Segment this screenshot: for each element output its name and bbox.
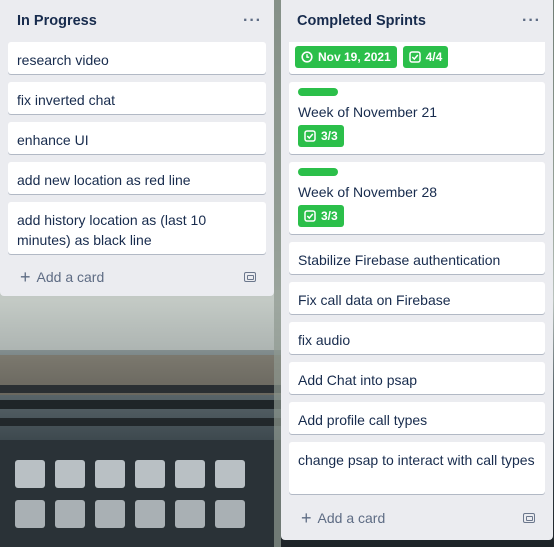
add-card-button[interactable]: + Add a card	[8, 262, 266, 292]
card-template-icon[interactable]	[523, 513, 535, 523]
checkbox-icon	[408, 51, 421, 64]
add-card-label: Add a card	[36, 269, 105, 285]
card[interactable]: add history location as (last 10 minutes…	[8, 202, 266, 254]
card-title: Fix call data on Firebase	[298, 292, 451, 308]
more-horizontal-icon[interactable]: ···	[522, 13, 541, 29]
checklist-count: 3/3	[321, 129, 338, 143]
add-card-button[interactable]: + Add a card	[289, 503, 545, 533]
add-card-label: Add a card	[317, 510, 386, 526]
more-horizontal-icon[interactable]: ···	[243, 13, 262, 29]
card-title: Stabilize Firebase authentication	[298, 252, 501, 268]
card-title: research video	[17, 52, 109, 68]
card-title: fix audio	[298, 332, 351, 348]
card[interactable]: research video	[8, 42, 266, 74]
due-date-text: Nov 19, 2021	[318, 50, 391, 65]
checkbox-icon	[304, 130, 316, 142]
list-title[interactable]: Completed Sprints	[297, 13, 426, 29]
card[interactable]: Add profile call types	[289, 402, 545, 434]
list-completed-sprints: Completed Sprints ··· Nov 19, 2021 4/4 W…	[281, 0, 553, 540]
card[interactable]: Fix call data on Firebase	[289, 282, 545, 314]
card[interactable]: Week of November 21 3/3	[289, 82, 545, 154]
card-title: Week of November 21	[298, 104, 438, 120]
list-in-progress: In Progress ··· research video fix inver…	[0, 0, 274, 296]
checklist-count: 4/4	[425, 50, 443, 65]
card[interactable]: add new location as red line	[8, 162, 266, 194]
card[interactable]: Stabilize Firebase authentication	[289, 242, 545, 274]
card-label[interactable]	[298, 88, 338, 96]
card-title: Add profile call types	[298, 412, 428, 428]
card-title: add new location as red line	[17, 172, 191, 188]
card[interactable]: Week of November 28 3/3	[289, 162, 545, 234]
card-template-icon[interactable]	[244, 272, 256, 282]
list-title[interactable]: In Progress	[17, 13, 97, 29]
checklist-badge: 4/4	[402, 46, 449, 69]
card-title: Week of November 28	[298, 184, 438, 200]
checkbox-icon	[304, 210, 316, 222]
card-label[interactable]	[298, 168, 338, 176]
card-title: fix inverted chat	[17, 92, 116, 108]
card[interactable]: fix audio	[289, 322, 545, 354]
checklist-badge: 3/3	[298, 205, 344, 227]
checklist-badge: 3/3	[298, 125, 344, 147]
list-header: In Progress ···	[0, 0, 274, 42]
card[interactable]: Nov 19, 2021 4/4	[289, 42, 545, 74]
card[interactable]: enhance UI	[8, 122, 266, 154]
card-title: change psap to interact with call types	[298, 452, 535, 468]
clock-icon	[301, 51, 313, 63]
due-date-badge: Nov 19, 2021	[295, 46, 397, 69]
plus-icon: +	[20, 267, 31, 287]
card[interactable]: change psap to interact with call types	[289, 442, 545, 494]
checklist-count: 3/3	[321, 209, 338, 223]
card-title: enhance UI	[17, 132, 89, 148]
card-title: add history location as (last 10 minutes…	[17, 212, 207, 248]
card[interactable]: fix inverted chat	[8, 82, 266, 114]
plus-icon: +	[301, 508, 312, 528]
card-title: Add Chat into psap	[298, 372, 418, 388]
card[interactable]: Add Chat into psap	[289, 362, 545, 394]
list-header: Completed Sprints ···	[281, 0, 553, 42]
